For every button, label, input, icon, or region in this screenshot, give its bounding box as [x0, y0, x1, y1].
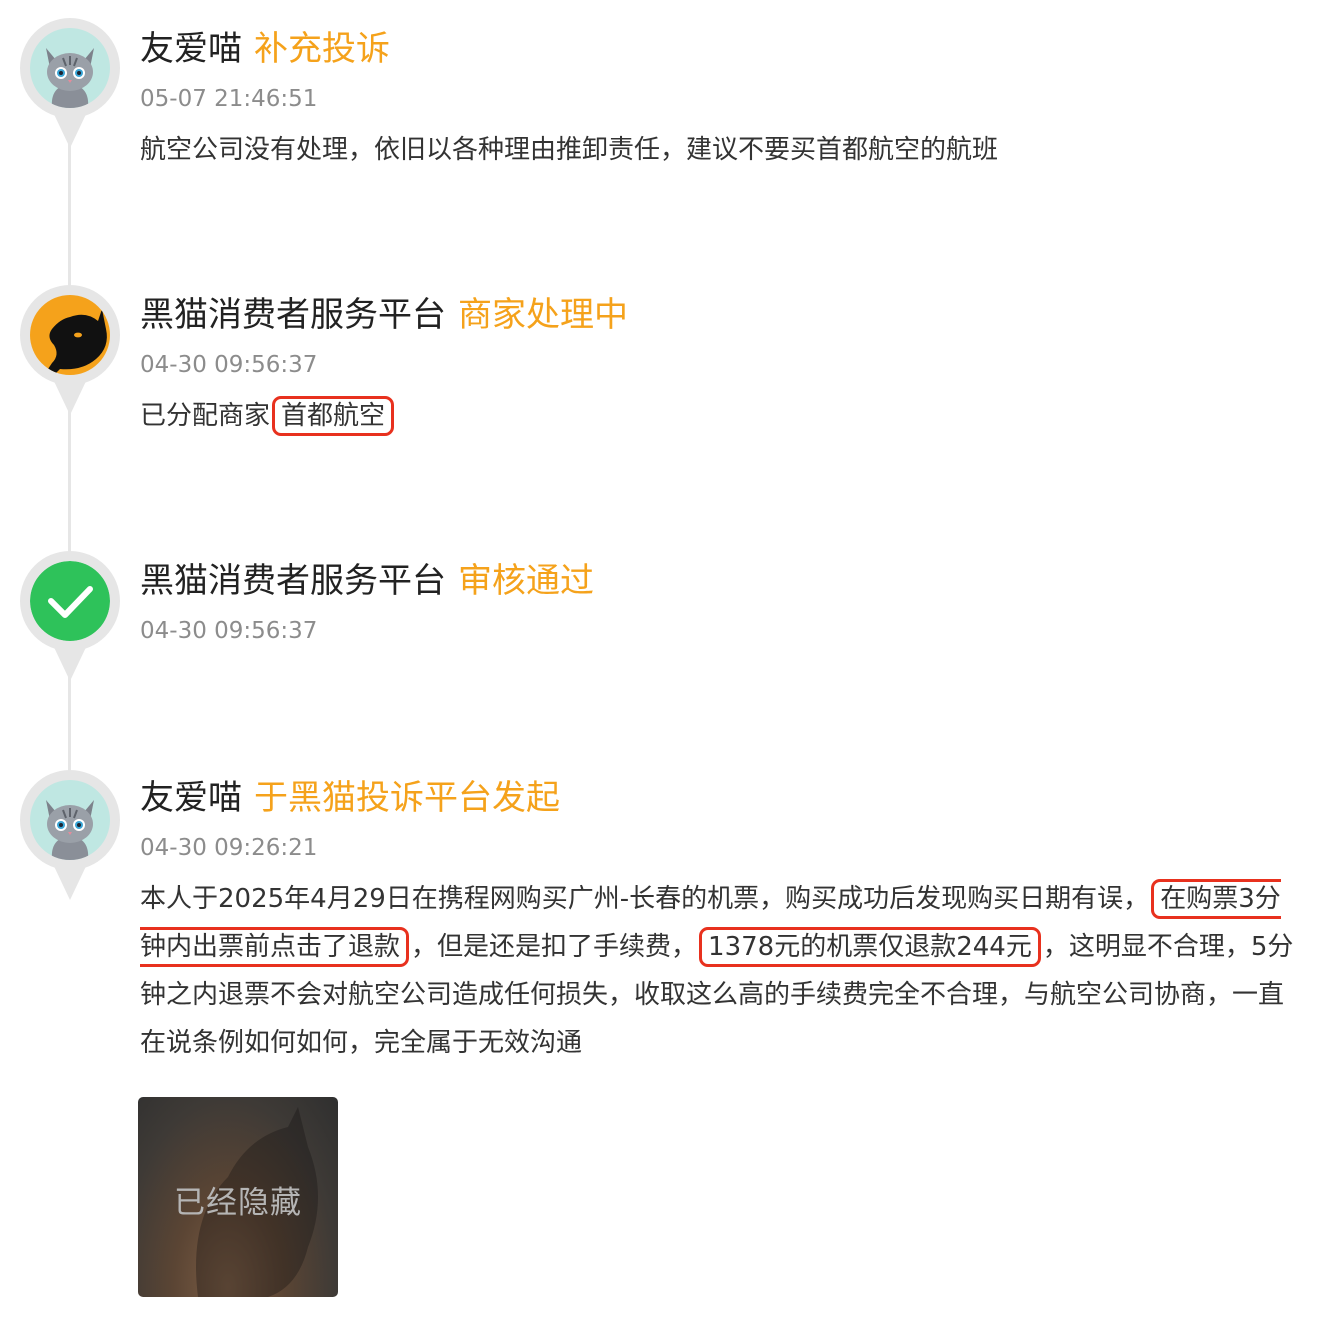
- author-name[interactable]: 友爱喵: [140, 29, 242, 69]
- timeline-entry: 黑猫消费者服务平台 商家处理中 04-30 09:56:37 已分配商家 首都航空: [140, 292, 1306, 440]
- entry-content: 已分配商家 首都航空: [140, 392, 1306, 440]
- gray-cat-avatar-icon: [30, 28, 110, 108]
- timeline-line: [68, 130, 71, 830]
- timeline-node: [20, 770, 120, 900]
- status-avatar: [30, 561, 110, 641]
- timeline-node: [20, 285, 120, 415]
- author-name[interactable]: 友爱喵: [140, 778, 242, 818]
- user-avatar[interactable]: [30, 780, 110, 860]
- timestamp: 04-30 09:56:37: [140, 352, 318, 378]
- user-avatar[interactable]: [30, 28, 110, 108]
- entry-header: 黑猫消费者服务平台 商家处理中: [140, 292, 1306, 338]
- hidden-label: 已经隐藏: [174, 1185, 302, 1221]
- timeline-node: [20, 18, 120, 148]
- highlighted-merchant: 首都航空: [272, 396, 395, 436]
- action-label: 于黑猫投诉平台发起: [254, 778, 560, 818]
- entry-header: 黑猫消费者服务平台 审核通过: [140, 558, 1306, 604]
- action-label: 商家处理中: [458, 295, 628, 335]
- content-text: ，但是还是扣了手续费，: [411, 932, 698, 962]
- black-cat-logo-icon: [30, 295, 110, 375]
- timeline-node: [20, 551, 120, 681]
- platform-avatar[interactable]: [30, 295, 110, 375]
- timestamp: 04-30 09:56:37: [140, 618, 318, 644]
- content-text: 已分配商家: [140, 401, 271, 431]
- gray-cat-avatar-icon: [30, 780, 110, 860]
- hidden-image-attachment[interactable]: 已经隐藏: [138, 1097, 338, 1297]
- entry-content: 航空公司没有处理，依旧以各种理由推卸责任，建议不要买首都航空的航班: [140, 135, 999, 165]
- author-name[interactable]: 黑猫消费者服务平台: [140, 561, 446, 601]
- action-label: 补充投诉: [254, 29, 390, 69]
- author-name[interactable]: 黑猫消费者服务平台: [140, 295, 446, 335]
- content-text: 本人于2025年4月29日在携程网购买广州-长春的机票，购买成功后发现购买日期有…: [140, 884, 1150, 914]
- green-check-icon: [30, 561, 110, 641]
- entry-header: 友爱喵 于黑猫投诉平台发起: [140, 775, 1306, 821]
- timestamp: 04-30 09:26:21: [140, 835, 318, 861]
- timestamp: 05-07 21:46:51: [140, 86, 318, 112]
- entry-content: 本人于2025年4月29日在携程网购买广州-长春的机票，购买成功后发现购买日期有…: [140, 875, 1306, 1067]
- timeline-entry: 黑猫消费者服务平台 审核通过 04-30 09:56:37: [140, 558, 1306, 648]
- entry-header: 友爱喵 补充投诉: [140, 26, 1306, 72]
- timeline-entry: 友爱喵 补充投诉 05-07 21:46:51 航空公司没有处理，依旧以各种理由推…: [140, 26, 1306, 174]
- action-label: 审核通过: [458, 561, 594, 601]
- highlighted-text: 1378元的机票仅退款244元: [699, 927, 1041, 967]
- timeline-entry: 友爱喵 于黑猫投诉平台发起 04-30 09:26:21 本人于2025年4月29…: [140, 775, 1306, 1067]
